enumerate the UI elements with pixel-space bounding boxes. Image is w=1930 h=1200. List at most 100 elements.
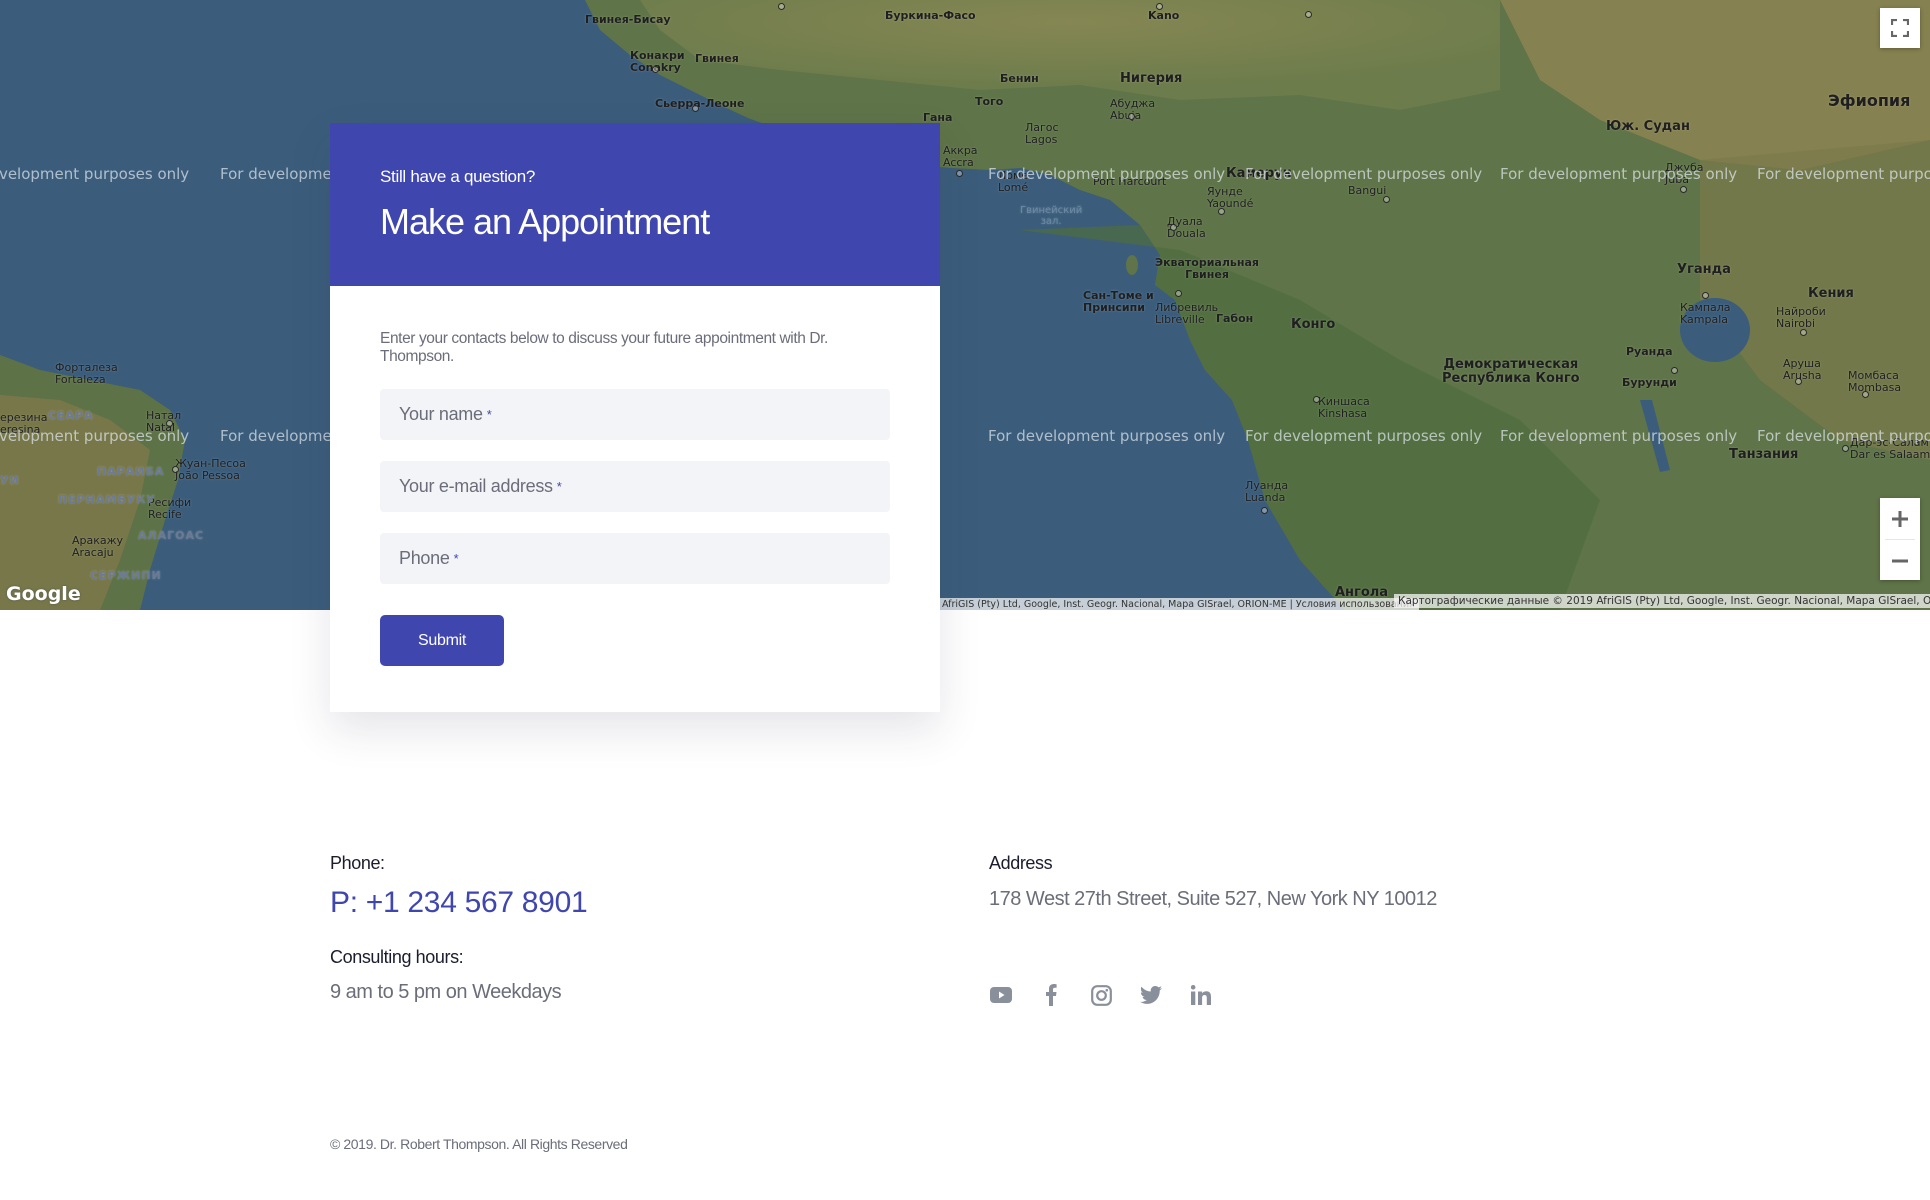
city-dot xyxy=(1862,391,1869,398)
city-dot xyxy=(1128,113,1135,120)
map-label: Момбаса Mombasa xyxy=(1848,369,1902,394)
twitter-link[interactable] xyxy=(1139,983,1163,1007)
map-label: ПАРАИБА xyxy=(97,465,165,478)
map-label: Киншаса Kinshasa xyxy=(1318,395,1370,420)
map-label: Гана xyxy=(923,111,953,124)
facebook-link[interactable] xyxy=(1039,983,1063,1007)
linkedin-icon xyxy=(1191,985,1211,1005)
city-dot xyxy=(956,170,963,177)
map[interactable]: Гвинея-Бисау Буркина-Фасо Kano Конакри C… xyxy=(0,0,1930,610)
plus-icon xyxy=(1892,510,1908,527)
map-label: Форталеза Fortaleza xyxy=(55,361,118,386)
city-dot xyxy=(1156,3,1163,10)
map-watermark: For development purposes only xyxy=(1757,165,1930,183)
map-label: Аруша Arusha xyxy=(1783,357,1822,382)
map-label: Гвинейский зал. xyxy=(1020,205,1083,227)
map-label: АЛАГОАС xyxy=(138,529,205,542)
city-dot xyxy=(1218,208,1225,215)
map-label: Луанда Luanda xyxy=(1245,479,1289,504)
map-label: Бурунди xyxy=(1622,376,1677,389)
map-label: Гвинея-Бисау xyxy=(585,13,671,26)
map-label: Экваториальная Гвинея xyxy=(1155,256,1259,281)
city-dot xyxy=(652,66,659,73)
map-label: Bangui xyxy=(1348,184,1387,197)
map-label: Танзания xyxy=(1729,447,1799,462)
google-logo: Google xyxy=(6,583,81,605)
copyright: © 2019. Dr. Robert Thompson. All Rights … xyxy=(330,1136,628,1152)
map-label: Эфиопия xyxy=(1828,91,1911,110)
map-watermark: For development purposes only xyxy=(0,427,190,445)
card-description: Enter your contacts below to discuss you… xyxy=(380,330,828,365)
map-watermark: For development purposes only xyxy=(1757,427,1930,445)
map-label: Конго xyxy=(1291,317,1336,332)
map-label: Буркина-Фасо xyxy=(885,9,976,22)
required-mark: * xyxy=(453,551,459,566)
city-dot xyxy=(1800,329,1807,336)
map-watermark: For development purposes only xyxy=(0,165,190,183)
city-dot xyxy=(778,3,785,10)
map-label: Гвинея xyxy=(695,52,739,65)
phone-number[interactable]: P: +1 234 567 8901 xyxy=(330,886,588,920)
map-label: Бенин xyxy=(1000,72,1039,85)
map-label: Уганда xyxy=(1677,262,1731,277)
map-watermark: For development purposes only xyxy=(988,165,1226,183)
map-label: Нигерия xyxy=(1120,71,1183,86)
facebook-icon xyxy=(1046,984,1057,1006)
city-dot xyxy=(1170,224,1177,231)
name-placeholder: Your name xyxy=(399,404,483,424)
map-label: УИ xyxy=(0,474,20,487)
map-label: Аккра Accra xyxy=(943,144,978,169)
social-links xyxy=(989,983,1213,1007)
map-label: Kano xyxy=(1148,9,1180,22)
city-dot xyxy=(1671,367,1678,374)
appointment-card: Still have a question? Make an Appointme… xyxy=(330,123,940,712)
instagram-link[interactable] xyxy=(1089,983,1113,1007)
map-label: Кампала Kampala xyxy=(1680,301,1731,326)
submit-button[interactable]: Submit xyxy=(380,615,504,666)
city-dot xyxy=(1842,445,1849,452)
email-field[interactable]: Your e-mail address * xyxy=(380,461,890,512)
twitter-icon xyxy=(1140,986,1162,1004)
zoom-out-button[interactable] xyxy=(1880,540,1920,581)
city-dot xyxy=(1680,186,1687,193)
map-label: Демократическая Республика Конго xyxy=(1442,357,1580,386)
fullscreen-button[interactable] xyxy=(1880,8,1920,48)
map-label: Либревиль Libreville xyxy=(1155,301,1219,326)
map-label: Яунде Yaoundé xyxy=(1207,185,1254,210)
city-dot xyxy=(692,105,699,112)
phone-placeholder: Phone xyxy=(399,548,450,568)
email-placeholder: Your e-mail address xyxy=(399,476,553,496)
map-watermark: For development purposes only xyxy=(988,427,1226,445)
phone-label: Phone: xyxy=(330,853,385,873)
card-title: Make an Appointment xyxy=(380,201,710,242)
youtube-icon xyxy=(990,987,1012,1003)
map-label: СЕАРА xyxy=(48,409,94,422)
zoom-in-button[interactable] xyxy=(1880,498,1920,539)
city-dot xyxy=(1305,11,1312,18)
linkedin-link[interactable] xyxy=(1189,983,1213,1007)
map-label: Сьерра-Леоне xyxy=(655,97,745,110)
city-dot xyxy=(1313,396,1320,403)
map-label: Найроби Nairobi xyxy=(1776,305,1826,330)
map-label: Того xyxy=(975,95,1004,108)
city-dot xyxy=(1383,196,1390,203)
address-label: Address xyxy=(989,853,1053,873)
map-label: ПЕРНАМБУКУ xyxy=(58,493,156,506)
map-label: Руанда xyxy=(1626,345,1673,358)
zoom-controls xyxy=(1880,498,1920,580)
map-label: Аракажу Aracaju xyxy=(72,534,124,559)
card-subtitle: Still have a question? xyxy=(380,167,536,186)
map-attribution-inner: AfriGIS (Pty) Ltd, Google, Inst. Geogr. … xyxy=(938,598,1419,610)
required-mark: * xyxy=(556,479,562,494)
minus-icon xyxy=(1892,559,1908,562)
name-field[interactable]: Your name * xyxy=(380,389,890,440)
map-watermark: For development purposes only xyxy=(1500,165,1738,183)
fullscreen-icon xyxy=(1891,19,1909,37)
hours-label: Consulting hours: xyxy=(330,947,464,967)
phone-field[interactable]: Phone * xyxy=(380,533,890,584)
map-label: Лагос Lagos xyxy=(1025,121,1059,146)
required-mark: * xyxy=(486,407,492,422)
city-dot xyxy=(172,466,179,473)
youtube-link[interactable] xyxy=(989,983,1013,1007)
map-label: Габон xyxy=(1216,312,1254,325)
